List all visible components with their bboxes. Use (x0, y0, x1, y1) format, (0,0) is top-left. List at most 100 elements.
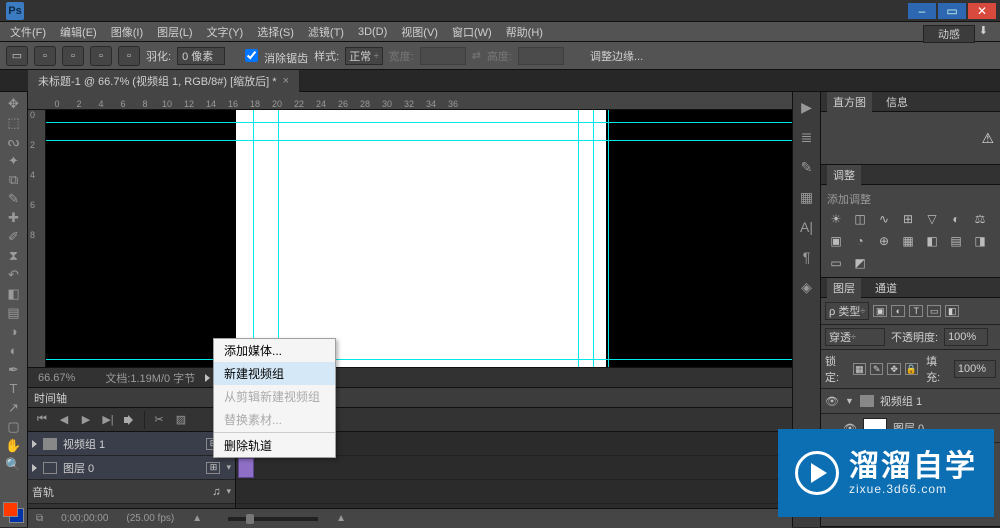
window-close-button[interactable]: ✕ (968, 3, 996, 19)
workspace-select[interactable]: 动感 (923, 25, 975, 43)
foreground-color-chip[interactable] (3, 502, 18, 517)
fill-input[interactable]: 100% (954, 360, 996, 378)
adj-invert-icon[interactable]: ◧ (923, 233, 941, 249)
doc-info-flyout-icon[interactable] (205, 374, 210, 382)
visibility-icon[interactable]: 👁 (825, 395, 839, 408)
3d-icon[interactable]: ◈ (793, 276, 820, 298)
histogram-tab[interactable]: 直方图 (827, 92, 872, 112)
pen-tool-icon[interactable]: ✒ (0, 360, 27, 379)
tl-time-display[interactable]: 0;00;00;00 (61, 513, 108, 524)
blur-tool-icon[interactable]: ◑ (0, 322, 27, 341)
adj-levels-icon[interactable]: ◫ (851, 211, 869, 227)
adj-photofilter-icon[interactable]: ◔ (851, 233, 869, 249)
gradient-tool-icon[interactable]: ▤ (0, 303, 27, 322)
lock-all-icon[interactable]: 🔒 (905, 363, 918, 375)
window-minimize-button[interactable]: – (908, 3, 936, 19)
menu-edit[interactable]: 编辑(E) (54, 22, 103, 42)
tl-split-button[interactable]: ✂ (149, 411, 169, 429)
guide-line[interactable] (46, 140, 792, 141)
brush-icon[interactable]: ✎ (793, 156, 820, 178)
tl-prev-frame-button[interactable]: ◀ (54, 411, 74, 429)
type-tool-icon[interactable]: T (0, 379, 27, 398)
stamp-tool-icon[interactable]: ⧗ (0, 246, 27, 265)
track-menu-icon[interactable]: ▾ (226, 462, 231, 473)
doc-info[interactable]: 文档:1.19M/0 字节 (105, 370, 195, 386)
tl-mute-button[interactable] (120, 411, 140, 429)
tl-first-frame-button[interactable]: ⏮ (32, 411, 52, 429)
adj-exposure-icon[interactable]: ⊞ (899, 211, 917, 227)
menu-help[interactable]: 帮助(H) (500, 22, 549, 42)
group-expand-icon[interactable]: ▼ (845, 396, 854, 406)
shape-tool-icon[interactable]: ▢ (0, 417, 27, 436)
tl-next-frame-button[interactable]: ▶| (98, 411, 118, 429)
timeline-tab[interactable]: 时间轴 (34, 390, 67, 406)
menu-type[interactable]: 文字(Y) (201, 22, 250, 42)
expand-icon[interactable] (32, 440, 37, 448)
adj-brightness-icon[interactable]: ☀ (827, 211, 845, 227)
wand-tool-icon[interactable]: ✦ (0, 151, 27, 170)
cloud-sync-icon[interactable]: ⬇ (979, 24, 988, 37)
guide-line[interactable] (578, 110, 579, 367)
warning-icon[interactable]: ⚠ (981, 130, 994, 147)
hand-tool-icon[interactable]: ✋ (0, 436, 27, 455)
menu-select[interactable]: 选择(S) (251, 22, 300, 42)
selection-add-icon[interactable]: ▫ (62, 46, 84, 66)
eyedropper-tool-icon[interactable]: ✎ (0, 189, 27, 208)
lock-pixels-icon[interactable]: ✎ (870, 363, 883, 375)
document-tab-close-icon[interactable]: × (283, 75, 289, 87)
char-icon[interactable]: A| (793, 216, 820, 238)
adj-bw-icon[interactable]: ▣ (827, 233, 845, 249)
cmenu-delete-track[interactable]: 删除轨道 (214, 434, 335, 457)
zoom-tool-icon[interactable]: 🔍 (0, 455, 27, 474)
channels-tab[interactable]: 通道 (869, 278, 903, 298)
guide-line[interactable] (46, 359, 792, 360)
history-brush-icon[interactable]: ↶ (0, 265, 27, 284)
adj-vibrance-icon[interactable]: ▽ (923, 211, 941, 227)
filter-type-icon[interactable]: T (909, 305, 923, 317)
marquee-tool-icon[interactable]: ▭ (6, 46, 28, 66)
tl-play-button[interactable]: ▶ (76, 411, 96, 429)
adj-curves-icon[interactable]: ∿ (875, 211, 893, 227)
ruler-vertical[interactable]: 0 2 4 6 8 (28, 110, 46, 367)
tl-zoom-slider[interactable] (228, 517, 318, 521)
selection-subtract-icon[interactable]: ▫ (90, 46, 112, 66)
adj-gradmap-icon[interactable]: ▭ (827, 255, 845, 271)
selection-intersect-icon[interactable]: ▫ (118, 46, 140, 66)
tl-frame-mode-icon[interactable]: ⧉ (36, 513, 43, 524)
filter-adjustment-icon[interactable]: ◐ (891, 305, 905, 317)
color-swatches[interactable] (0, 499, 28, 527)
layer-filter-dropdown[interactable]: ρ 类型 ÷ (825, 302, 869, 320)
menu-view[interactable]: 视图(V) (395, 22, 444, 42)
feather-input[interactable]: 0 像素 (177, 47, 225, 65)
tl-transition-button[interactable]: ▨ (171, 411, 191, 429)
tl-zoom-in-icon[interactable]: ▲ (336, 513, 346, 524)
swatches-icon[interactable]: ▦ (793, 186, 820, 208)
crop-tool-icon[interactable]: ⧉ (0, 170, 27, 189)
marquee-tool-icon[interactable]: ⬚ (0, 113, 27, 132)
anti-alias-check-input[interactable] (245, 49, 258, 62)
adj-selective-icon[interactable]: ◩ (851, 255, 869, 271)
lock-transparency-icon[interactable]: ▦ (853, 363, 866, 375)
brush-tool-icon[interactable]: ✐ (0, 227, 27, 246)
adj-balance-icon[interactable]: ⚖ (971, 211, 989, 227)
adj-mixer-icon[interactable]: ⊕ (875, 233, 893, 249)
filter-smart-icon[interactable]: ◧ (945, 305, 959, 317)
adj-hue-icon[interactable]: ◐ (947, 211, 965, 227)
heal-tool-icon[interactable]: ✚ (0, 208, 27, 227)
adj-threshold-icon[interactable]: ◨ (971, 233, 989, 249)
menu-file[interactable]: 文件(F) (4, 22, 52, 42)
adj-posterize-icon[interactable]: ▤ (947, 233, 965, 249)
cmenu-add-media[interactable]: 添加媒体... (214, 339, 335, 362)
menu-layer[interactable]: 图层(L) (151, 22, 198, 42)
tl-track-audio[interactable]: 音轨 ♫ ▾ (28, 480, 235, 504)
filter-pixel-icon[interactable]: ▣ (873, 305, 887, 317)
guide-line[interactable] (593, 110, 594, 367)
timeline-clip[interactable] (238, 458, 254, 478)
path-tool-icon[interactable]: ↗ (0, 398, 27, 417)
refine-edge-button[interactable]: 调整边缘... (590, 48, 643, 64)
menu-window[interactable]: 窗口(W) (446, 22, 498, 42)
eraser-tool-icon[interactable]: ◧ (0, 284, 27, 303)
lock-position-icon[interactable]: ✥ (887, 363, 900, 375)
menu-image[interactable]: 图像(I) (105, 22, 149, 42)
paragraph-icon[interactable]: ¶ (793, 246, 820, 268)
